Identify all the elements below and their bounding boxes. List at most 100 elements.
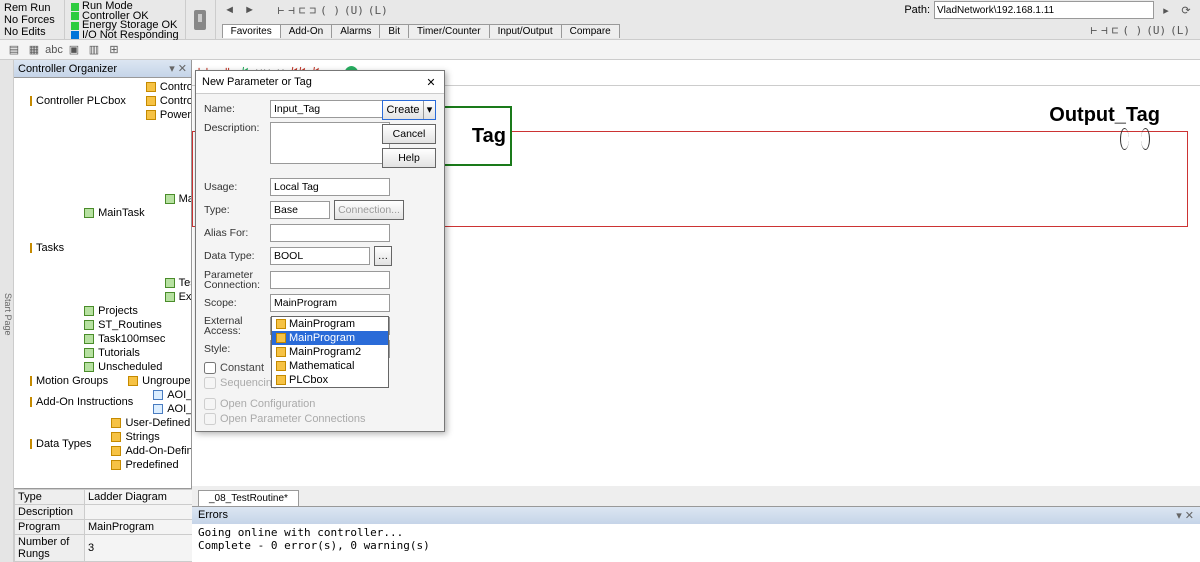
instruction-tab[interactable]: Bit <box>379 24 409 38</box>
secondary-toolbar: ⊢ ⊣ ⊏ ( ) (U) (L) <box>1081 20 1200 40</box>
tree-item[interactable]: Predefined <box>124 458 179 472</box>
qt-icon[interactable]: ▣ <box>66 42 82 58</box>
tree-item[interactable]: Task100msec <box>97 332 166 346</box>
status-forces: No Forces <box>4 14 60 26</box>
nav-back-icon[interactable]: ◄ <box>222 2 238 18</box>
output-body: Going online with controller... Complete… <box>192 524 1200 562</box>
input-instruction[interactable]: Tag <box>442 106 512 166</box>
scope-dropdown-list[interactable]: MainProgramMainProgramMainProgram2Mathem… <box>271 316 389 388</box>
tree-item[interactable]: Add-On Instructions <box>35 395 134 409</box>
name-input[interactable] <box>270 100 390 118</box>
tree-item[interactable]: Tasks <box>35 241 65 255</box>
constant-checkbox[interactable] <box>204 362 216 374</box>
tree-item[interactable]: Unscheduled <box>97 360 163 374</box>
routine-tab[interactable]: _08_TestRoutine* <box>198 490 299 506</box>
folder-icon <box>146 96 156 106</box>
tree-item[interactable]: MainProgram <box>178 192 191 206</box>
nav-btn[interactable]: (U) <box>344 4 364 17</box>
sequencing-label: Sequencing <box>220 377 278 389</box>
path-refresh-icon[interactable]: ⟳ <box>1178 2 1194 18</box>
program-icon <box>165 194 175 204</box>
tree-item[interactable]: Controller PLCbox <box>35 94 127 108</box>
description-input[interactable] <box>270 122 390 164</box>
chevron-down-icon[interactable]: ▾ <box>423 101 435 119</box>
tree-item[interactable]: Motion Groups <box>35 374 109 388</box>
tree-item[interactable]: Ungrouped Axes <box>141 374 191 388</box>
tb-btn[interactable]: ⊏ <box>1112 24 1119 37</box>
tree-item[interactable]: Tutorials <box>97 346 141 360</box>
tb-btn[interactable]: ( ) <box>1122 24 1142 37</box>
nav-btn[interactable]: ⊢ <box>278 4 285 17</box>
instruction-tab[interactable]: Input/Output <box>489 24 562 38</box>
tree-item[interactable]: Power-Up Handler <box>159 108 191 122</box>
qt-icon[interactable]: ⊞ <box>106 42 122 58</box>
description-label: Description: <box>204 122 266 134</box>
path-go-icon[interactable]: ▸ <box>1158 2 1174 18</box>
tree-item[interactable]: ST_Routines <box>97 318 163 332</box>
key-switch-icon <box>186 0 216 39</box>
nav-btn[interactable]: ⊣ <box>288 4 295 17</box>
folder-icon <box>276 319 286 329</box>
project-tree[interactable]: Controller PLCbox Controller TagsControll… <box>14 78 191 488</box>
left-rail-start-page[interactable]: Start Page <box>0 60 14 562</box>
output-coil-icon[interactable] <box>1120 128 1150 148</box>
instruction-tab[interactable]: Alarms <box>331 24 380 38</box>
organizer-pin-icon[interactable]: ▾ ✕ <box>169 62 187 75</box>
scope-option[interactable]: MainProgram <box>272 331 388 345</box>
instruction-tab[interactable]: Timer/Counter <box>408 24 490 38</box>
qt-icon[interactable]: ▤ <box>6 42 22 58</box>
tb-btn[interactable]: ⊣ <box>1101 24 1108 37</box>
scope-option[interactable]: MainProgram <box>272 317 388 331</box>
nav-btn[interactable]: ⊏ <box>299 4 306 17</box>
usage-select[interactable] <box>270 178 390 196</box>
instruction-tab[interactable]: Favorites <box>222 24 281 38</box>
tb-btn[interactable]: (L) <box>1170 24 1190 37</box>
type-select[interactable] <box>270 201 330 219</box>
ladder-nav-icons: ⊢ ⊣ ⊏ ⊐ ( ) (U) (L) <box>274 4 392 17</box>
datatype-input[interactable] <box>270 247 370 265</box>
qt-icon[interactable]: ▥ <box>86 42 102 58</box>
tree-item[interactable]: ExternalHardware <box>178 290 191 304</box>
folder-icon <box>30 376 32 386</box>
tb-btn[interactable]: ⊢ <box>1091 24 1098 37</box>
scope-select[interactable] <box>270 294 390 312</box>
tree-item[interactable]: User-Defined <box>124 416 191 430</box>
nav-btn[interactable]: (L) <box>368 4 388 17</box>
path-input[interactable] <box>934 1 1154 19</box>
tree-item[interactable]: Controller Fault Handler <box>159 94 191 108</box>
create-button[interactable]: Create▾ <box>382 100 436 120</box>
alias-input[interactable] <box>270 224 390 242</box>
paramconn-input[interactable] <box>270 271 390 289</box>
tree-item[interactable]: Add-On-Defined <box>124 444 191 458</box>
prop-key: Type <box>15 490 85 505</box>
scope-option[interactable]: MainProgram2 <box>272 345 388 359</box>
new-tag-dialog: New Parameter or Tag ✕ Create▾ Cancel He… <box>195 70 445 432</box>
instruction-tab[interactable]: Add-On <box>280 24 332 38</box>
tree-item[interactable]: TestProgram <box>178 276 191 290</box>
tree-item[interactable]: Controller Tags <box>159 80 191 94</box>
tb-btn[interactable]: (U) <box>1146 24 1166 37</box>
tree-item[interactable]: AOI_BasicCalculation <box>166 388 191 402</box>
folder-icon <box>128 376 138 386</box>
cancel-button[interactable]: Cancel <box>382 124 436 144</box>
tree-item[interactable]: MainTask <box>97 206 145 220</box>
nav-btn[interactable]: ( ) <box>320 4 340 17</box>
instruction-tab[interactable]: Compare <box>561 24 620 38</box>
openconfig-checkbox <box>204 398 216 410</box>
close-icon[interactable]: ✕ <box>424 75 438 89</box>
organizer-title: Controller Organizer <box>18 63 117 75</box>
tree-item[interactable]: AOI_VFD_PF525 <box>166 402 191 416</box>
help-button[interactable]: Help <box>382 148 436 168</box>
scope-option[interactable]: Mathematical <box>272 359 388 373</box>
tree-item[interactable]: Strings <box>124 430 160 444</box>
tree-item[interactable]: Projects <box>97 304 139 318</box>
nav-fwd-icon[interactable]: ► <box>242 2 258 18</box>
scope-option[interactable]: PLCbox <box>272 373 388 387</box>
datatype-browse-button[interactable]: … <box>374 246 392 266</box>
qt-icon[interactable]: ▦ <box>26 42 42 58</box>
tree-item[interactable]: Data Types <box>35 437 92 451</box>
nav-btn[interactable]: ⊐ <box>310 4 317 17</box>
prop-key: Program <box>15 520 85 535</box>
qt-icon[interactable]: abc <box>46 42 62 58</box>
output-close-icon[interactable]: ▾ ✕ <box>1176 509 1194 522</box>
